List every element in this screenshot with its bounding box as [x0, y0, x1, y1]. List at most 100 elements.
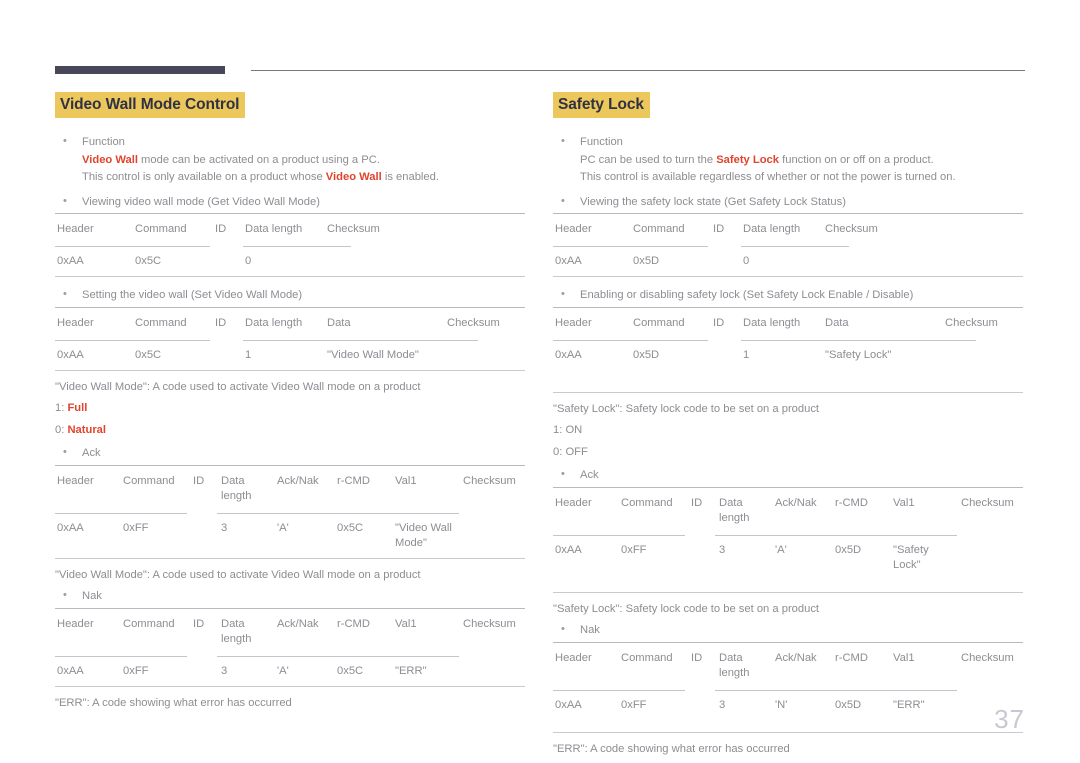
function-line-1-head: PC can be used to turn the [580, 153, 717, 166]
bullet-function-right: Function PC can be used to turn the Safe… [553, 133, 1023, 187]
cell-checksum [823, 247, 1023, 276]
table-row: 0xAA 0xFF 3 'A' 0x5C "Video Wall Mode" [55, 514, 525, 558]
cell-data-length: 1 [743, 348, 750, 361]
table-header-row: Header Command ID Data length Data Check… [55, 308, 525, 340]
table-header-row: Header Command ID Data length Ack/Nak r-… [553, 643, 1023, 690]
table-row: 0xAA 0xFF 3 'N' 0x5D "ERR" [553, 691, 1023, 720]
cell-checksum [445, 341, 525, 370]
cell-ack-nak: 'N' [775, 698, 788, 711]
cell-command: 0x5D [633, 348, 660, 361]
table-header-row: Header Command ID Data length Checksum [553, 214, 1023, 246]
col-data-length: Data length [719, 496, 750, 524]
bullet-ack-left: Ack [55, 444, 525, 463]
accent-safety-lock-1: Safety Lock [716, 153, 780, 166]
cell-header: 0xAA [57, 664, 84, 677]
table-get-video-wall-mode: Header Command ID Data length Checksum 0… [55, 213, 525, 278]
cell-id [711, 341, 741, 370]
table-rule-bottom [55, 276, 525, 278]
col-header: Header [555, 316, 592, 329]
cell-r-cmd: 0x5C [337, 664, 364, 677]
col-checksum: Checksum [463, 617, 516, 630]
table-ack-right: Header Command ID Data length Ack/Nak r-… [553, 486, 1023, 593]
function-label-left: Function [82, 136, 125, 149]
function-label-right: Function [580, 136, 623, 149]
cell-data-length: 3 [719, 543, 726, 556]
table-rule-split [553, 246, 1023, 248]
col-header: Header [57, 316, 94, 329]
function-line-2-tail: is enabled. [381, 171, 439, 184]
value-prefix-1: 1: [55, 402, 68, 415]
cell-data-length: 1 [245, 348, 252, 361]
cell-ack-nak: 'A' [775, 543, 787, 556]
table-row: 0xAA 0x5D 0 [553, 247, 1023, 276]
table-set-safety-lock: Header Command ID Data length Data Check… [553, 306, 1023, 393]
table-header-row: Header Command ID Data length Data Check… [553, 308, 1023, 340]
cell-val1: "Video Wall Mode" [395, 521, 452, 549]
col-header: Header [555, 223, 592, 236]
value-list-on: 1: ON [553, 424, 583, 437]
cell-checksum [461, 657, 525, 686]
cell-command: 0x5C [135, 348, 162, 361]
cell-header: 0xAA [57, 348, 84, 361]
col-header: Header [555, 651, 592, 664]
table-rule-bottom [55, 557, 525, 559]
cell-data-length: 3 [221, 521, 228, 534]
col-id: ID [215, 223, 227, 236]
col-data-length: Data length [719, 651, 750, 679]
cell-command: 0xFF [621, 543, 647, 556]
cell-data: "Video Wall Mode" [327, 348, 419, 361]
col-ack-nak: Ack/Nak [775, 496, 817, 509]
value-accent-natural: Natural [67, 423, 106, 436]
table-rule-split [55, 339, 525, 341]
page-header-rule [55, 66, 1025, 75]
col-command: Command [621, 496, 673, 509]
col-id: ID [193, 474, 205, 487]
cell-header: 0xAA [57, 255, 84, 268]
value-list-off: 0: OFF [553, 445, 588, 458]
bullet-set-video-wall-mode: Setting the video wall (Set Video Wall M… [55, 286, 525, 305]
table-rule-bottom [55, 685, 525, 687]
cell-ack-nak: 'A' [277, 521, 289, 534]
cell-command: 0x5C [135, 255, 162, 268]
function-line-2-head: This control is only available on a prod… [82, 171, 326, 184]
table-rule-split [553, 689, 1023, 691]
accent-video-wall-1: Video Wall [82, 153, 138, 166]
manual-page: Video Wall Mode Control Function Video W… [0, 0, 1080, 763]
cell-id [689, 691, 717, 720]
col-checksum: Checksum [825, 223, 878, 236]
bullet-get-safety-lock-status: Viewing the safety lock state (Get Safet… [553, 193, 1023, 212]
col-header: Header [555, 496, 592, 509]
col-data-length: Data length [743, 316, 801, 329]
value-list-natural: 0: Natural [55, 422, 525, 440]
table-nak-left: Header Command ID Data length Ack/Nak r-… [55, 607, 525, 687]
cell-id [191, 514, 219, 558]
function-line-2-left: This control is only available on a prod… [82, 169, 525, 187]
col-checksum: Checksum [447, 316, 500, 329]
col-checksum: Checksum [463, 474, 516, 487]
cell-r-cmd: 0x5C [337, 521, 364, 534]
note-safety-lock-code: "Safety Lock": Safety lock code to be se… [553, 402, 820, 415]
cell-checksum [325, 247, 525, 276]
cell-data-length: 3 [221, 664, 228, 677]
col-data-length: Data length [743, 223, 801, 236]
header-bar-thick [55, 66, 225, 74]
cell-data: "Safety Lock" [825, 348, 892, 361]
cell-val1: "ERR" [395, 664, 427, 677]
col-command: Command [123, 617, 175, 630]
note-video-wall-mode-code: "Video Wall Mode": A code used to activa… [55, 380, 421, 393]
bullet-nak-right: Nak [553, 621, 1023, 640]
col-checksum: Checksum [961, 496, 1014, 509]
cell-ack-nak: 'A' [277, 664, 289, 677]
cell-command: 0xFF [621, 698, 647, 711]
col-val1: Val1 [893, 496, 915, 509]
col-command: Command [135, 223, 187, 236]
col-val1: Val1 [395, 617, 417, 630]
table-get-safety-lock-status: Header Command ID Data length Checksum 0… [553, 213, 1023, 278]
col-command: Command [633, 223, 685, 236]
table-rule-bottom [553, 276, 1023, 278]
cell-data-length: 3 [719, 698, 726, 711]
cell-checksum [943, 341, 1023, 370]
value-accent-full: Full [67, 402, 88, 415]
function-line-1-right: PC can be used to turn the Safety Lock f… [580, 152, 1023, 170]
col-data: Data [327, 316, 351, 329]
